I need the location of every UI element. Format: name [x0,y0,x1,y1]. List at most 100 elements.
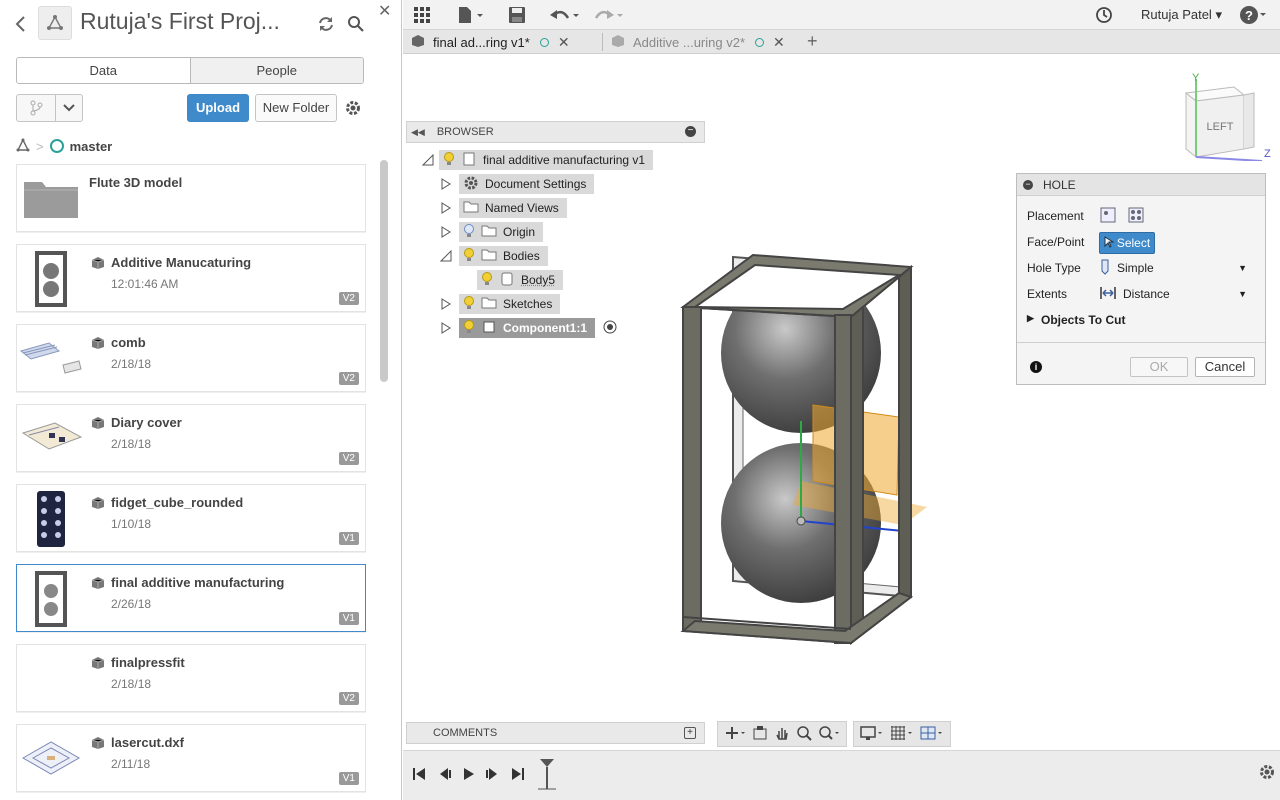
tree-pill[interactable]: Bodies [459,246,548,266]
job-status-icon[interactable] [1095,5,1113,25]
close-icon[interactable]: ✕ [773,34,785,51]
select-button[interactable]: Select [1099,232,1155,254]
tree-row-origin[interactable]: Origin [439,222,544,242]
refresh-icon[interactable] [316,14,336,34]
objects-to-cut-row[interactable]: ▶ Objects To Cut [1027,310,1257,330]
go-to-end-icon[interactable] [508,764,528,784]
redo-icon[interactable] [592,5,624,25]
tree-pill[interactable]: Origin [459,222,544,242]
file-card[interactable]: finalpressfit 2/18/18 V2 [16,644,366,712]
undo-icon[interactable] [548,5,580,25]
tree-row-sketches[interactable]: Sketches [439,294,561,314]
minimize-icon[interactable]: − [1023,179,1033,190]
tree-pill[interactable]: Sketches [459,294,561,314]
file-list-scrollbar[interactable] [380,160,388,382]
user-name-menu[interactable]: Rutuja Patel ▾ [1141,7,1222,23]
model-viewport[interactable] [673,245,933,650]
file-card-selected[interactable]: final additive manufacturing 2/26/18 V1 [16,564,366,632]
look-at-icon[interactable] [752,725,768,744]
comments-bar[interactable]: COMMENTS + [406,722,705,744]
info-icon[interactable]: i [1030,361,1042,373]
new-folder-button[interactable]: New Folder [255,94,337,122]
timeline-marker[interactable] [536,757,558,796]
chevron-down-icon[interactable] [56,95,82,121]
file-card[interactable]: lasercut.dxf 2/11/18 V1 [16,724,366,792]
hub-icon[interactable] [16,137,30,155]
lightbulb-icon[interactable] [463,247,475,265]
add-comment-icon[interactable]: + [684,727,696,739]
lightbulb-icon[interactable] [463,319,475,337]
step-forward-icon[interactable] [483,764,503,784]
pan-icon[interactable] [774,725,790,744]
close-icon[interactable]: ✕ [558,34,570,51]
tree-row-document-settings[interactable]: Document Settings [439,174,595,194]
lightbulb-off-icon[interactable] [463,223,475,241]
tree-row-root[interactable]: final additive manufacturing v1 [421,150,654,170]
design-canvas[interactable]: LEFT Y Z ◀◀ BROWSER − final additive man… [403,55,1280,750]
lightbulb-icon[interactable] [463,295,475,313]
expand-triangle-icon[interactable]: ▶ [1027,313,1034,324]
play-icon[interactable] [458,764,478,784]
tree-pill[interactable]: Named Views [459,198,567,218]
branch-icon[interactable] [17,95,57,121]
collapsed-triangle-icon[interactable] [439,201,453,215]
tab-data[interactable]: Data [17,58,190,83]
search-icon[interactable] [346,14,366,34]
extents-dropdown[interactable]: Distance ▼ [1099,284,1251,304]
fit-icon[interactable] [818,725,840,744]
doc-tab-active[interactable]: final ad...ring v1* ✕ [411,30,603,54]
hole-type-dropdown[interactable]: Simple ▼ [1099,258,1251,278]
expanded-triangle-icon[interactable] [421,153,435,167]
save-icon[interactable] [508,5,526,25]
tree-pill[interactable]: Body5 [477,270,564,290]
collapsed-triangle-icon[interactable] [439,225,453,239]
viewcube[interactable]: LEFT Y Z [1176,73,1276,161]
file-card-folder[interactable]: Flute 3D model [16,164,366,232]
project-icon[interactable] [38,6,72,40]
go-to-start-icon[interactable] [409,764,429,784]
file-menu-icon[interactable] [457,5,485,25]
collapsed-triangle-icon[interactable] [439,297,453,311]
tab-people[interactable]: People [189,58,363,83]
file-card[interactable]: comb 2/18/18 V2 [16,324,366,392]
multiple-holes-icon[interactable] [1127,206,1145,227]
orbit-icon[interactable] [724,725,746,744]
help-icon[interactable]: ? [1239,5,1267,25]
tree-row-bodies[interactable]: Bodies [439,246,548,266]
tree-pill-component[interactable]: Component1:1 [459,318,595,338]
cancel-button[interactable]: Cancel [1195,357,1255,377]
zoom-icon[interactable] [796,725,812,744]
back-icon[interactable] [14,14,28,34]
ok-button[interactable]: OK [1130,357,1188,377]
tree-pill[interactable]: Document Settings [459,174,595,194]
collapsed-triangle-icon[interactable] [439,321,453,335]
collapse-left-icon[interactable]: ◀◀ [411,127,425,138]
tree-row-named-views[interactable]: Named Views [439,198,567,218]
new-tab-icon[interactable]: + [807,31,818,52]
minimize-icon[interactable]: − [685,126,696,137]
timeline-settings-gear-icon[interactable] [1258,763,1276,784]
gear-icon[interactable] [344,99,362,117]
upload-button[interactable]: Upload [187,94,249,122]
doc-tab[interactable]: Additive ...uring v2* ✕ [611,30,805,54]
display-settings-icon[interactable] [860,725,884,744]
tree-row-component[interactable]: Component1:1 [439,318,617,338]
file-card[interactable]: Additive Manucaturing 12:01:46 AM V2 [16,244,366,312]
single-hole-icon[interactable] [1099,206,1117,227]
lightbulb-icon[interactable] [443,151,455,169]
breadcrumb-master[interactable]: master [70,139,113,154]
tree-row-body5[interactable]: Body5 [477,270,564,290]
grid-menu-icon[interactable] [413,5,431,25]
file-card[interactable]: Diary cover 2/18/18 V2 [16,404,366,472]
browser-header[interactable]: ◀◀ BROWSER − [406,121,705,143]
grid-snaps-icon[interactable] [890,725,914,744]
lightbulb-icon[interactable] [481,271,493,289]
activate-component-icon[interactable] [603,320,617,337]
tree-root-pill[interactable]: final additive manufacturing v1 [439,150,654,170]
expanded-triangle-icon[interactable] [439,249,453,263]
step-back-icon[interactable] [434,764,454,784]
viewports-icon[interactable] [920,725,944,744]
close-icon[interactable]: ✕ [378,1,391,21]
file-card[interactable]: fidget_cube_rounded 1/10/18 V1 [16,484,366,552]
collapsed-triangle-icon[interactable] [439,177,453,191]
